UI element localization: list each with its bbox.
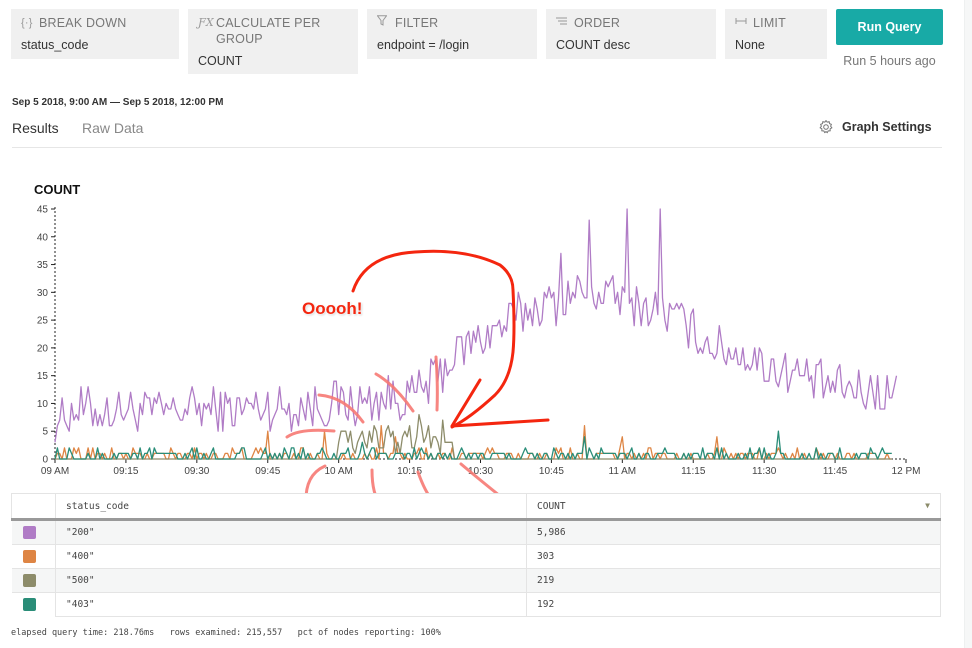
calculate-value: COUNT	[198, 54, 243, 68]
status-code-cell: "200"	[55, 519, 527, 545]
tab-raw-data[interactable]: Raw Data	[82, 120, 143, 136]
x-tick-label: 10:15	[397, 466, 422, 477]
order-box[interactable]: ORDER COUNT desc	[546, 9, 716, 59]
legend-swatch-cell	[11, 544, 56, 569]
order-value: COUNT desc	[556, 38, 631, 52]
column-header-status-code[interactable]: status_code	[55, 493, 527, 521]
legend-swatch	[22, 526, 36, 539]
elapsed-time: elapsed query time: 218.76ms	[11, 628, 155, 638]
filter-icon	[376, 15, 395, 31]
limit-label: LIMIT	[753, 16, 786, 30]
x-tick-label: 11 AM	[609, 466, 637, 477]
legend-swatch	[22, 574, 36, 587]
y-tick-label: 5	[42, 427, 48, 438]
table-row[interactable]: "403" 192	[11, 592, 941, 617]
legend-swatch	[22, 550, 36, 563]
function-icon: ƒx	[198, 16, 214, 29]
filter-value: endpoint = /login	[377, 38, 470, 52]
x-tick-label: 10:30	[468, 466, 493, 477]
page-scrollbar[interactable]	[964, 0, 972, 648]
query-stats: elapsed query time: 218.76ms rows examin…	[11, 628, 441, 638]
count-cell: 192	[526, 592, 941, 617]
x-tick-label: 09:30	[184, 466, 209, 477]
table-row[interactable]: "400" 303	[11, 544, 941, 569]
sort-desc-icon[interactable]: ▼	[925, 501, 930, 510]
x-tick-label: 10 AM	[324, 466, 352, 477]
graph-settings-label: Graph Settings	[842, 120, 932, 134]
limit-box[interactable]: LIMIT None	[725, 9, 827, 59]
x-tick-label: 11:30	[752, 466, 777, 477]
date-range[interactable]: Sep 5 2018, 9:00 AM — Sep 5 2018, 12:00 …	[12, 97, 223, 108]
status-code-cell: "403"	[55, 592, 527, 617]
x-tick-label: 09:15	[113, 466, 138, 477]
count-cell: 219	[526, 568, 941, 593]
results-table: status_code COUNT ▼ "200" 5,986 "400" 303 "50…	[11, 493, 941, 617]
x-tick-label: 10:45	[539, 466, 564, 477]
limit-value: None	[735, 38, 765, 52]
column-header-count[interactable]: COUNT ▼	[526, 493, 941, 521]
table-row[interactable]: "500" 219	[11, 568, 941, 593]
legend-swatch-cell	[11, 519, 56, 545]
tab-results[interactable]: Results	[12, 120, 59, 136]
rows-examined: rows examined: 215,557	[169, 628, 283, 638]
x-tick-label: 11:45	[823, 466, 848, 477]
nodes-reporting: pct of nodes reporting: 100%	[297, 628, 441, 638]
tabs-divider	[12, 147, 942, 148]
series-line-200	[54, 208, 898, 443]
y-tick-label: 10	[37, 399, 49, 410]
y-tick-label: 20	[37, 343, 49, 354]
calculate-label: CALCULATE PER GROUP	[216, 16, 321, 46]
table-row[interactable]: "200" 5,986	[11, 519, 941, 545]
legend-swatch	[22, 598, 36, 612]
y-tick-label: 45	[37, 205, 49, 216]
graph-settings-button[interactable]: Graph Settings	[818, 119, 932, 135]
legend-swatch-cell	[11, 592, 56, 617]
x-tick-label: 12 PM	[892, 466, 921, 477]
y-tick-label: 15	[37, 371, 49, 382]
y-tick-label: 30	[37, 288, 49, 299]
legend-swatch-cell	[11, 568, 56, 593]
run-query-button[interactable]: Run Query	[836, 9, 943, 45]
run-status: Run 5 hours ago	[843, 54, 936, 68]
annotation-text: Ooooh!	[302, 299, 363, 318]
count-cell: 5,986	[526, 519, 941, 545]
filter-box[interactable]: FILTER endpoint = /login	[367, 9, 537, 59]
order-label: ORDER	[574, 16, 621, 30]
gear-icon	[819, 120, 833, 134]
status-code-cell: "400"	[55, 544, 527, 569]
order-icon	[556, 15, 574, 31]
column-header-count-label: COUNT	[537, 500, 566, 512]
filter-label: FILTER	[395, 16, 439, 30]
x-tick-label: 09 AM	[41, 466, 69, 477]
swatch-header	[11, 493, 56, 521]
count-cell: 303	[526, 544, 941, 569]
x-tick-label: 11:15	[681, 466, 706, 477]
calculate-box[interactable]: ƒx CALCULATE PER GROUP COUNT	[188, 9, 358, 74]
y-tick-label: 25	[37, 316, 49, 327]
y-tick-label: 0	[42, 455, 48, 466]
y-tick-label: 40	[37, 232, 49, 243]
breakdown-value: status_code	[21, 38, 89, 52]
count-chart[interactable]: 0 5 10 15 20 25 30 35 40 45 09 AM 09:15 09:30 09:45 10…	[0, 195, 960, 485]
breakdown-label: BREAK DOWN	[39, 16, 127, 30]
breakdown-box[interactable]: {·} BREAK DOWN status_code	[11, 9, 179, 59]
breakdown-icon: {·}	[21, 17, 33, 29]
x-tick-label: 09:45	[255, 466, 280, 477]
y-tick-label: 35	[37, 260, 49, 271]
status-code-cell: "500"	[55, 568, 527, 593]
series-line-500	[55, 413, 892, 460]
limit-icon	[735, 15, 753, 31]
